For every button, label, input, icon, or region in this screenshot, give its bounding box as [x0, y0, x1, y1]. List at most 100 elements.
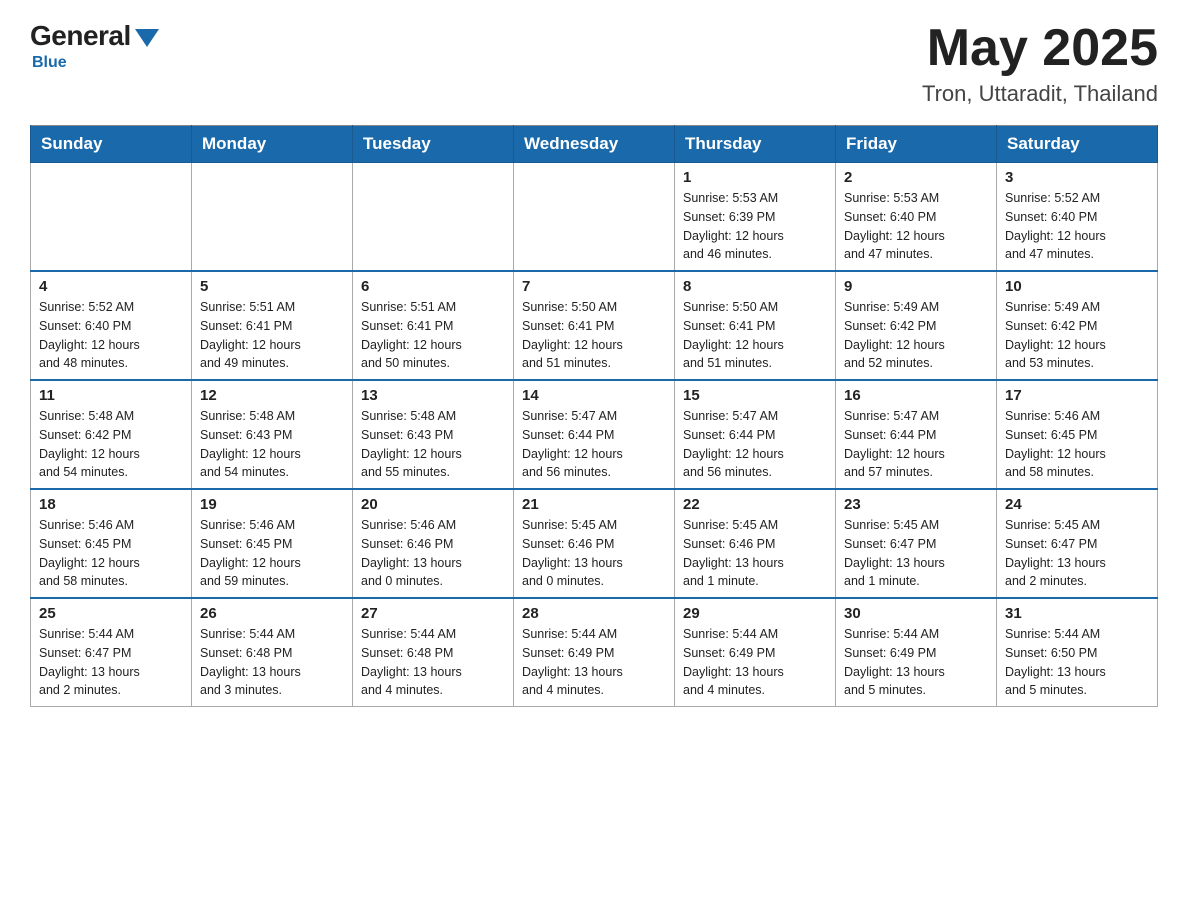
day-info: Sunrise: 5:46 AM Sunset: 6:45 PM Dayligh… — [39, 516, 183, 591]
day-info: Sunrise: 5:47 AM Sunset: 6:44 PM Dayligh… — [683, 407, 827, 482]
day-number: 11 — [39, 387, 183, 404]
day-info: Sunrise: 5:50 AM Sunset: 6:41 PM Dayligh… — [683, 298, 827, 373]
day-info: Sunrise: 5:51 AM Sunset: 6:41 PM Dayligh… — [200, 298, 344, 373]
day-number: 27 — [361, 605, 505, 622]
logo-triangle-icon — [135, 29, 159, 47]
calendar-day-cell: 29 Sunrise: 5:44 AM Sunset: 6:49 PM Dayli… — [675, 598, 836, 707]
day-info: Sunrise: 5:44 AM Sunset: 6:48 PM Dayligh… — [200, 625, 344, 700]
calendar-day-cell — [514, 163, 675, 272]
calendar-day-cell: 30Sunrise: 5:44 AM Sunset: 6:49 PM Dayli… — [836, 598, 997, 707]
calendar-day-cell: 2 Sunrise: 5:53 AM Sunset: 6:40 PM Daylig… — [836, 163, 997, 272]
day-info: Sunrise: 5:52 AM Sunset: 6:40 PM Dayligh… — [1005, 189, 1149, 264]
calendar-day-cell: 26 Sunrise: 5:44 AM Sunset: 6:48 PM Dayli… — [192, 598, 353, 707]
day-info: Sunrise: 5:45 AM Sunset: 6:47 PM Dayligh… — [844, 516, 988, 591]
day-info: Sunrise: 5:48 AM Sunset: 6:42 PM Dayligh… — [39, 407, 183, 482]
calendar-week-row: 4 Sunrise: 5:52 AM Sunset: 6:40 PM Daylig… — [31, 271, 1158, 380]
day-number: 13 — [361, 387, 505, 404]
calendar-day-cell: 17 Sunrise: 5:46 AM Sunset: 6:45 PM Dayli… — [997, 380, 1158, 489]
calendar-day-cell: 10Sunrise: 5:49 AM Sunset: 6:42 PM Dayli… — [997, 271, 1158, 380]
day-number: 28 — [522, 605, 666, 622]
day-number: 24 — [1005, 496, 1149, 513]
day-of-week-header: Tuesday — [353, 126, 514, 163]
calendar-day-cell — [31, 163, 192, 272]
calendar-week-row: 11 Sunrise: 5:48 AM Sunset: 6:42 PM Dayli… — [31, 380, 1158, 489]
day-number: 12 — [200, 387, 344, 404]
day-number: 4 — [39, 278, 183, 295]
location-subtitle: Tron, Uttaradit, Thailand — [922, 81, 1158, 107]
calendar-day-cell: 23 Sunrise: 5:45 AM Sunset: 6:47 PM Dayli… — [836, 489, 997, 598]
calendar-day-cell: 25Sunrise: 5:44 AM Sunset: 6:47 PM Dayli… — [31, 598, 192, 707]
day-of-week-header: Monday — [192, 126, 353, 163]
day-info: Sunrise: 5:50 AM Sunset: 6:41 PM Dayligh… — [522, 298, 666, 373]
title-area: May 2025 Tron, Uttaradit, Thailand — [922, 20, 1158, 107]
day-number: 29 — [683, 605, 827, 622]
day-number: 16 — [844, 387, 988, 404]
day-number: 30 — [844, 605, 988, 622]
calendar-week-row: 18Sunrise: 5:46 AM Sunset: 6:45 PM Dayli… — [31, 489, 1158, 598]
day-info: Sunrise: 5:48 AM Sunset: 6:43 PM Dayligh… — [200, 407, 344, 482]
day-info: Sunrise: 5:45 AM Sunset: 6:47 PM Dayligh… — [1005, 516, 1149, 591]
calendar-day-cell: 5 Sunrise: 5:51 AM Sunset: 6:41 PM Daylig… — [192, 271, 353, 380]
day-number: 5 — [200, 278, 344, 295]
calendar-day-cell: 13 Sunrise: 5:48 AM Sunset: 6:43 PM Dayli… — [353, 380, 514, 489]
day-info: Sunrise: 5:44 AM Sunset: 6:49 PM Dayligh… — [522, 625, 666, 700]
day-info: Sunrise: 5:46 AM Sunset: 6:45 PM Dayligh… — [200, 516, 344, 591]
month-year-title: May 2025 — [922, 20, 1158, 77]
day-of-week-header: Sunday — [31, 126, 192, 163]
calendar-day-cell: 22 Sunrise: 5:45 AM Sunset: 6:46 PM Dayli… — [675, 489, 836, 598]
day-info: Sunrise: 5:47 AM Sunset: 6:44 PM Dayligh… — [522, 407, 666, 482]
calendar-week-row: 1Sunrise: 5:53 AM Sunset: 6:39 PM Daylig… — [31, 163, 1158, 272]
day-number: 17 — [1005, 387, 1149, 404]
day-info: Sunrise: 5:46 AM Sunset: 6:46 PM Dayligh… — [361, 516, 505, 591]
day-number: 21 — [522, 496, 666, 513]
day-number: 8 — [683, 278, 827, 295]
day-info: Sunrise: 5:45 AM Sunset: 6:46 PM Dayligh… — [683, 516, 827, 591]
day-info: Sunrise: 5:49 AM Sunset: 6:42 PM Dayligh… — [844, 298, 988, 373]
day-number: 14 — [522, 387, 666, 404]
calendar-day-cell: 18Sunrise: 5:46 AM Sunset: 6:45 PM Dayli… — [31, 489, 192, 598]
calendar-table: SundayMondayTuesdayWednesdayThursdayFrid… — [30, 125, 1158, 707]
day-info: Sunrise: 5:44 AM Sunset: 6:48 PM Dayligh… — [361, 625, 505, 700]
day-of-week-header: Thursday — [675, 126, 836, 163]
day-number: 2 — [844, 169, 988, 186]
calendar-day-cell: 8 Sunrise: 5:50 AM Sunset: 6:41 PM Daylig… — [675, 271, 836, 380]
calendar-day-cell: 27 Sunrise: 5:44 AM Sunset: 6:48 PM Dayli… — [353, 598, 514, 707]
day-info: Sunrise: 5:53 AM Sunset: 6:39 PM Dayligh… — [683, 189, 827, 264]
calendar-week-row: 25Sunrise: 5:44 AM Sunset: 6:47 PM Dayli… — [31, 598, 1158, 707]
day-info: Sunrise: 5:47 AM Sunset: 6:44 PM Dayligh… — [844, 407, 988, 482]
day-number: 3 — [1005, 169, 1149, 186]
day-info: Sunrise: 5:53 AM Sunset: 6:40 PM Dayligh… — [844, 189, 988, 264]
calendar-day-cell: 31Sunrise: 5:44 AM Sunset: 6:50 PM Dayli… — [997, 598, 1158, 707]
day-number: 25 — [39, 605, 183, 622]
calendar-day-cell: 12 Sunrise: 5:48 AM Sunset: 6:43 PM Dayli… — [192, 380, 353, 489]
day-number: 20 — [361, 496, 505, 513]
logo-blue-text: Blue — [32, 54, 67, 72]
day-number: 10 — [1005, 278, 1149, 295]
calendar-day-cell: 28 Sunrise: 5:44 AM Sunset: 6:49 PM Dayli… — [514, 598, 675, 707]
calendar-day-cell: 1Sunrise: 5:53 AM Sunset: 6:39 PM Daylig… — [675, 163, 836, 272]
calendar-day-cell: 19Sunrise: 5:46 AM Sunset: 6:45 PM Dayli… — [192, 489, 353, 598]
calendar-day-cell — [353, 163, 514, 272]
day-number: 23 — [844, 496, 988, 513]
calendar-day-cell: 7Sunrise: 5:50 AM Sunset: 6:41 PM Daylig… — [514, 271, 675, 380]
logo: General Blue — [30, 20, 159, 72]
day-number: 6 — [361, 278, 505, 295]
calendar-day-cell: 20 Sunrise: 5:46 AM Sunset: 6:46 PM Dayli… — [353, 489, 514, 598]
day-of-week-header: Friday — [836, 126, 997, 163]
calendar-day-cell: 6Sunrise: 5:51 AM Sunset: 6:41 PM Daylig… — [353, 271, 514, 380]
day-info: Sunrise: 5:48 AM Sunset: 6:43 PM Dayligh… — [361, 407, 505, 482]
day-info: Sunrise: 5:46 AM Sunset: 6:45 PM Dayligh… — [1005, 407, 1149, 482]
calendar-day-cell: 16 Sunrise: 5:47 AM Sunset: 6:44 PM Dayli… — [836, 380, 997, 489]
logo-general-text: General — [30, 20, 131, 52]
day-info: Sunrise: 5:44 AM Sunset: 6:50 PM Dayligh… — [1005, 625, 1149, 700]
day-number: 22 — [683, 496, 827, 513]
day-info: Sunrise: 5:45 AM Sunset: 6:46 PM Dayligh… — [522, 516, 666, 591]
day-info: Sunrise: 5:44 AM Sunset: 6:49 PM Dayligh… — [683, 625, 827, 700]
calendar-day-cell: 21 Sunrise: 5:45 AM Sunset: 6:46 PM Dayli… — [514, 489, 675, 598]
calendar-day-cell: 15 Sunrise: 5:47 AM Sunset: 6:44 PM Dayli… — [675, 380, 836, 489]
day-number: 26 — [200, 605, 344, 622]
day-number: 15 — [683, 387, 827, 404]
calendar-day-cell: 24 Sunrise: 5:45 AM Sunset: 6:47 PM Dayli… — [997, 489, 1158, 598]
day-info: Sunrise: 5:52 AM Sunset: 6:40 PM Dayligh… — [39, 298, 183, 373]
day-number: 9 — [844, 278, 988, 295]
